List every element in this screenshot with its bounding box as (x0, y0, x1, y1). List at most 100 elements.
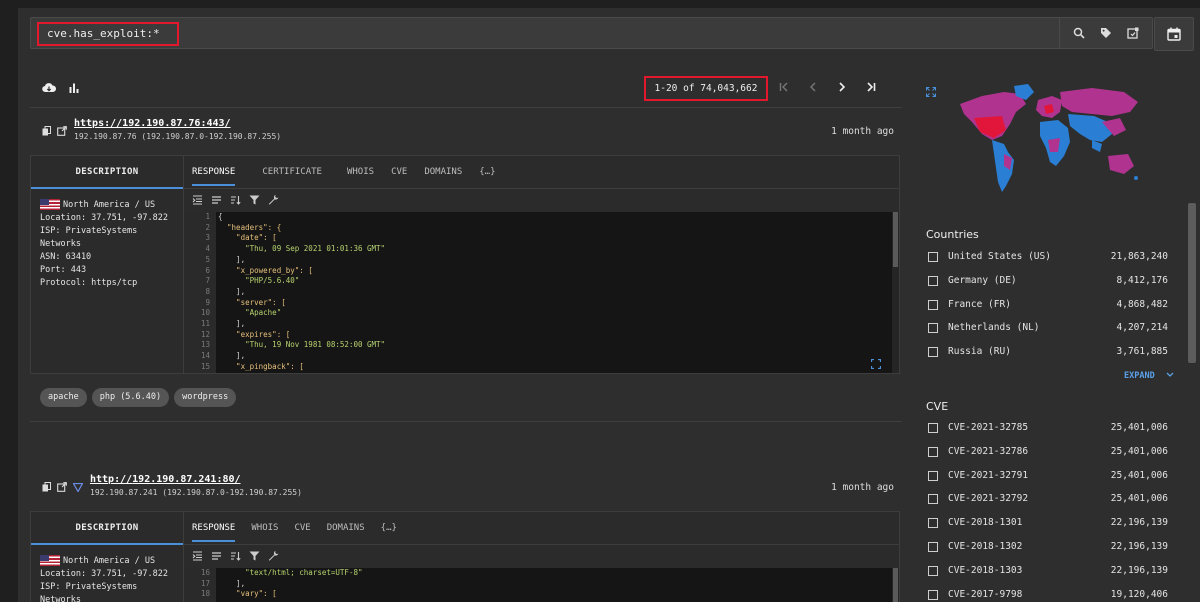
us-flag-icon (40, 199, 60, 210)
sort-icon[interactable] (230, 195, 241, 205)
wrench-icon[interactable] (268, 550, 279, 561)
facet-checkbox[interactable] (928, 589, 938, 600)
facet-label: Germany (DE) (948, 274, 1017, 286)
code-toolbar (184, 189, 899, 211)
search-bar[interactable]: cve.has_exploit:* (30, 17, 1153, 49)
result-url-2[interactable]: http://192.190.87.241:80/ (90, 474, 241, 485)
compact-icon[interactable] (211, 195, 222, 205)
tab-raw[interactable]: {…} (381, 523, 397, 533)
line-number: 15 (200, 361, 210, 371)
code-scrollbar[interactable] (892, 212, 899, 373)
format-indent-icon[interactable] (192, 550, 203, 561)
external-link-icon[interactable] (57, 126, 67, 136)
fullscreen-icon[interactable] (871, 359, 881, 369)
facet-checkbox[interactable] (928, 347, 938, 358)
tag-chip[interactable]: wordpress (174, 388, 237, 407)
facet-checkbox[interactable] (928, 423, 938, 433)
facet-checkbox[interactable] (928, 446, 938, 457)
expand-label: EXPAND (1124, 371, 1155, 381)
facet-checkbox[interactable] (928, 518, 938, 529)
cve-facet-row[interactable]: CVE-2021-32791 25,401,006 (928, 468, 1168, 484)
search-icon[interactable] (1073, 27, 1085, 39)
next-page-icon[interactable] (836, 81, 848, 93)
vulnerability-icon[interactable] (73, 482, 83, 492)
countries-facet-row[interactable]: Russia (RU) 3,761,885 (928, 344, 1168, 360)
response-tabs: RESPONSE CERTIFICATE WHOIS CVE DOMAINS {… (184, 156, 899, 189)
tab-cve[interactable]: CVE (391, 167, 407, 177)
json-line: "expires": [ (218, 329, 291, 339)
chevron-down-icon (1166, 372, 1174, 378)
json-viewer[interactable]: 16 17 18 "text/html; charset=UTF-8" ], "va… (184, 568, 899, 602)
cve-facet-row[interactable]: CVE-2017-9798 19,120,406 (928, 587, 1168, 602)
cve-facet-row[interactable]: CVE-2021-32786 25,401,006 (928, 444, 1168, 460)
filter-icon[interactable] (249, 195, 260, 205)
tab-certificate[interactable]: CERTIFICATE (262, 167, 322, 177)
tag-icon[interactable] (1100, 27, 1112, 39)
sidebar-scrollbar[interactable] (1188, 203, 1196, 363)
tab-raw[interactable]: {…} (479, 167, 495, 177)
tab-domains[interactable]: DOMAINS (424, 167, 462, 177)
facet-count: 25,401,006 (1110, 469, 1168, 481)
first-page-icon[interactable] (778, 81, 790, 93)
description-panel: DESCRIPTION North America / US Location:… (31, 156, 184, 373)
wrench-icon[interactable] (268, 194, 279, 205)
world-map[interactable] (952, 82, 1144, 194)
external-link-icon[interactable] (57, 482, 67, 492)
countries-facet-row[interactable]: Netherlands (NL) 4,207,214 (928, 320, 1168, 336)
result-header-2: http://192.190.87.241:80/ 192.190.87.241… (30, 472, 902, 514)
facet-checkbox[interactable] (928, 275, 938, 286)
cve-facet-row[interactable]: CVE-2021-32785 25,401,006 (928, 420, 1168, 436)
compact-icon[interactable] (211, 551, 222, 561)
cve-facet-row[interactable]: CVE-2021-32792 25,401,006 (928, 491, 1168, 507)
facet-checkbox[interactable] (928, 323, 938, 334)
tag-chip[interactable]: apache (40, 388, 87, 407)
date-filter-button[interactable] (1154, 17, 1194, 51)
tab-whois[interactable]: WHOIS (347, 167, 374, 177)
countries-facet-row[interactable]: Germany (DE) 8,412,176 (928, 273, 1168, 289)
download-icon[interactable] (42, 82, 56, 94)
saved-search-icon[interactable] (1126, 27, 1139, 39)
tab-response[interactable]: RESPONSE (192, 523, 236, 542)
bar-chart-icon[interactable] (68, 82, 80, 94)
countries-facet-row[interactable]: United States (US) 21,863,240 (928, 249, 1168, 265)
facet-checkbox[interactable] (928, 494, 938, 505)
cve-facet-row[interactable]: CVE-2018-1302 22,196,139 (928, 539, 1168, 555)
tab-description[interactable]: DESCRIPTION (31, 156, 183, 189)
tab-domains[interactable]: DOMAINS (327, 523, 365, 533)
facets-sidebar: Countries United States (US) 21,863,240 Ge… (916, 70, 1198, 602)
countries-facet-row[interactable]: France (FR) 4,868,482 (928, 297, 1168, 313)
prev-page-icon[interactable] (807, 81, 819, 93)
tab-description[interactable]: DESCRIPTION (31, 512, 183, 545)
tab-whois[interactable]: WHOIS (251, 523, 278, 533)
search-input[interactable]: cve.has_exploit:* (37, 22, 179, 46)
tag-chip[interactable]: php (5.6.40) (91, 388, 170, 407)
facet-checkbox[interactable] (928, 470, 938, 481)
cve-facet-row[interactable]: CVE-2018-1303 22,196,139 (928, 563, 1168, 579)
line-number: 10 (200, 308, 210, 318)
copy-icon[interactable] (42, 126, 51, 136)
json-line: "headers": { (218, 222, 282, 232)
json-line: ], (218, 351, 246, 361)
format-indent-icon[interactable] (192, 194, 203, 205)
pagination (778, 81, 877, 93)
tab-response[interactable]: RESPONSE (192, 167, 236, 186)
expand-countries-button[interactable]: EXPAND (1124, 371, 1174, 381)
facet-label: CVE-2018-1301 (948, 517, 1023, 529)
sort-icon[interactable] (230, 551, 241, 561)
code-scrollbar[interactable] (892, 568, 899, 602)
facet-checkbox[interactable] (928, 542, 938, 552)
facet-checkbox[interactable] (928, 252, 938, 262)
result-url-1[interactable]: https://192.190.87.76:443/ (74, 118, 231, 129)
tab-cve[interactable]: CVE (294, 523, 310, 533)
expand-map-icon[interactable] (926, 87, 936, 97)
line-number: 1 (205, 212, 210, 221)
facet-checkbox[interactable] (928, 565, 938, 576)
copy-icon[interactable] (42, 482, 51, 492)
cve-facet-row[interactable]: CVE-2018-1301 22,196,139 (928, 515, 1168, 531)
json-line: ], (218, 286, 246, 296)
last-page-icon[interactable] (865, 81, 877, 93)
filter-icon[interactable] (249, 551, 260, 561)
facet-checkbox[interactable] (928, 299, 938, 310)
json-viewer[interactable]: 1 2 3 4 5 6 7 8 9 10 11 12 13 14 15 { "headers": { "da… (184, 212, 899, 373)
json-line: "Thu, 19 Nov 1981 08:52:00 GMT" (218, 340, 386, 350)
